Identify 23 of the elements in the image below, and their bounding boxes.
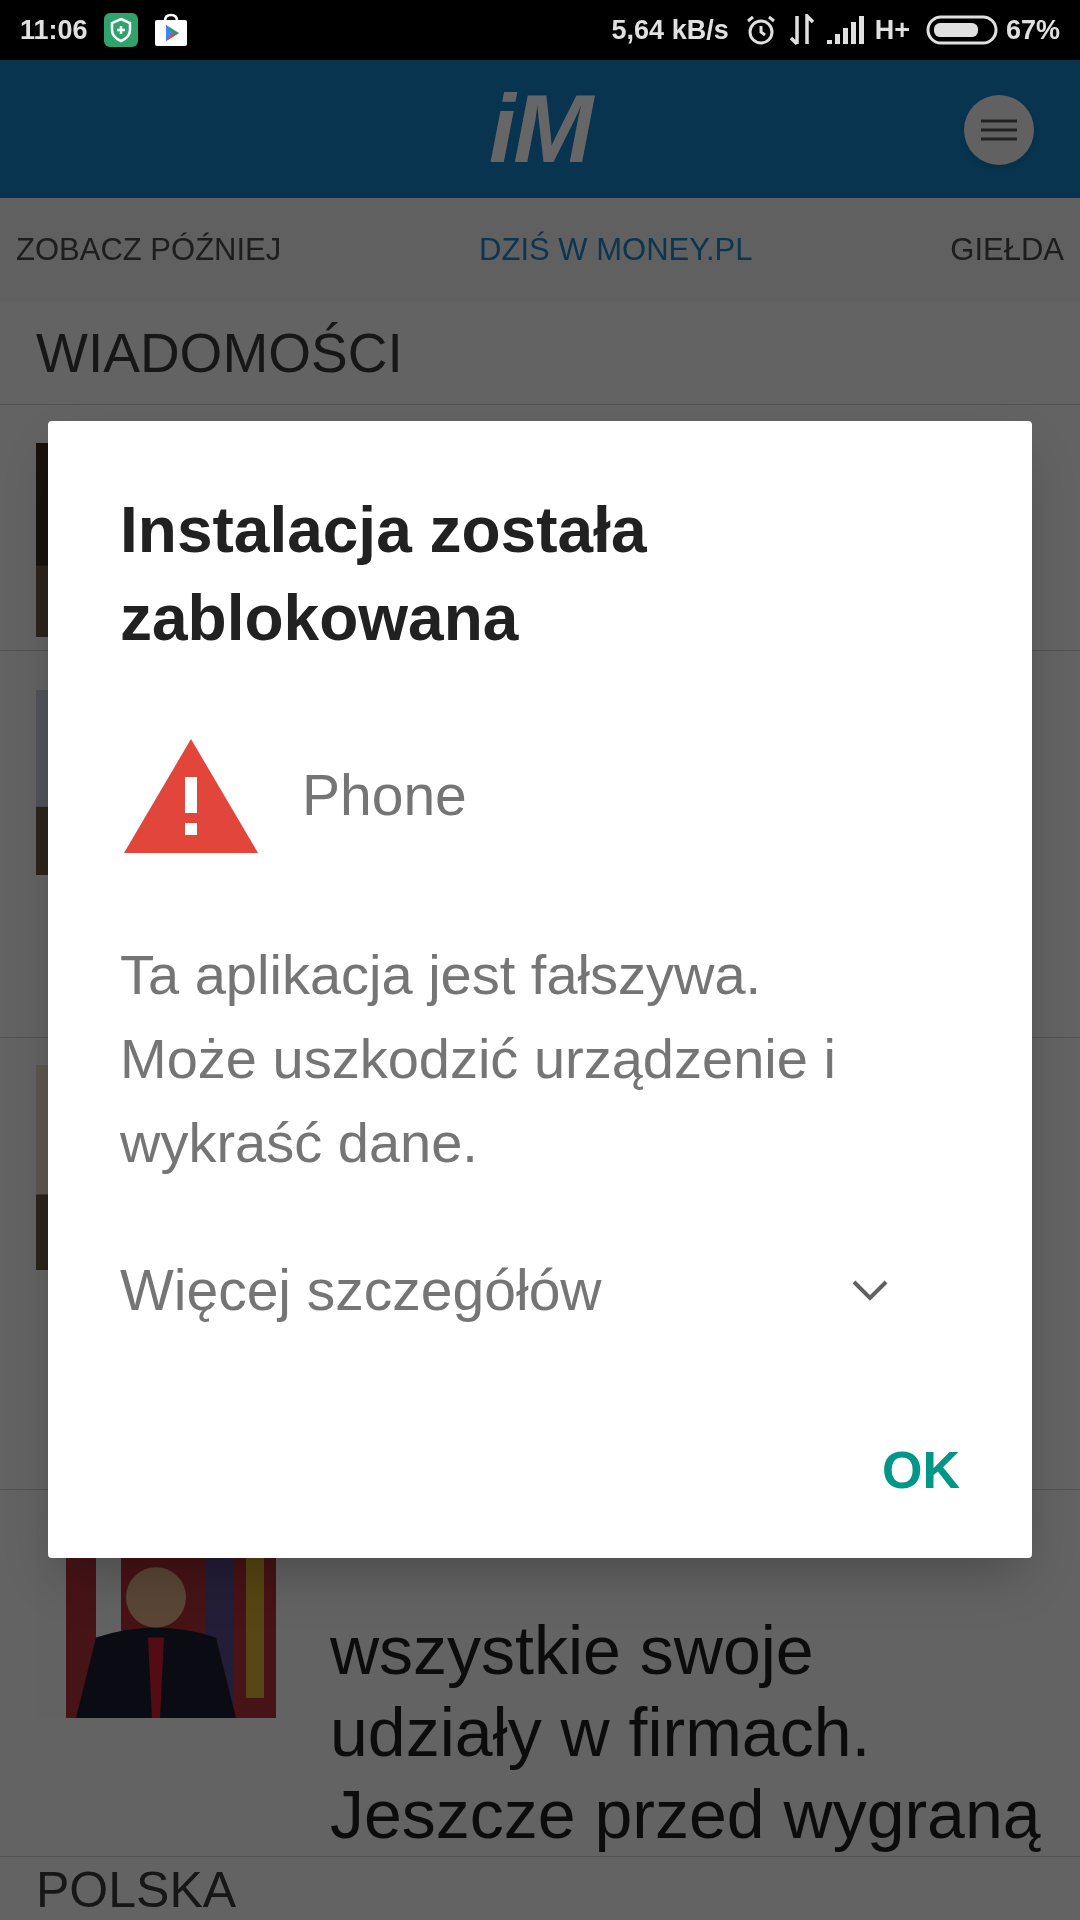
warning-icon xyxy=(124,739,258,853)
shield-icon xyxy=(103,13,138,47)
alarm-icon xyxy=(744,14,777,46)
clock: 11:06 xyxy=(20,13,88,47)
signal-icon xyxy=(826,16,867,44)
menu-icon xyxy=(981,119,1017,141)
data-arrows-icon xyxy=(788,14,815,46)
network-speed: 5,64 kB/s xyxy=(611,13,729,47)
details-toggle[interactable]: Więcej szczegółów xyxy=(120,1248,900,1334)
network-type: H+ xyxy=(874,13,910,47)
section-title: POLSKA xyxy=(36,1865,238,1915)
app-name: Phone xyxy=(302,762,467,830)
battery-icon xyxy=(925,15,998,45)
section-title: WIADOMOŚCI xyxy=(36,320,403,386)
battery-percent: 67% xyxy=(1005,13,1060,47)
store-bag-icon xyxy=(153,13,188,47)
tab[interactable]: ZOBACZ PÓŹNIEJ xyxy=(12,226,286,274)
chevron-icon xyxy=(852,1279,888,1302)
dialog-message: Ta aplikacja jest fałszywa. Może uszkodzić urządzenie i wykraść dane. xyxy=(120,942,837,1176)
tab[interactable]: GIEŁDA xyxy=(946,226,1068,274)
dialog-title: Instalacja została zablokowana xyxy=(120,493,648,656)
article-title: wszystkie swoje udziały w firmach. Jeszcze przed wygraną xyxy=(330,1611,1041,1854)
tab[interactable]: DZIŚ W MONEY.PL xyxy=(475,226,757,274)
